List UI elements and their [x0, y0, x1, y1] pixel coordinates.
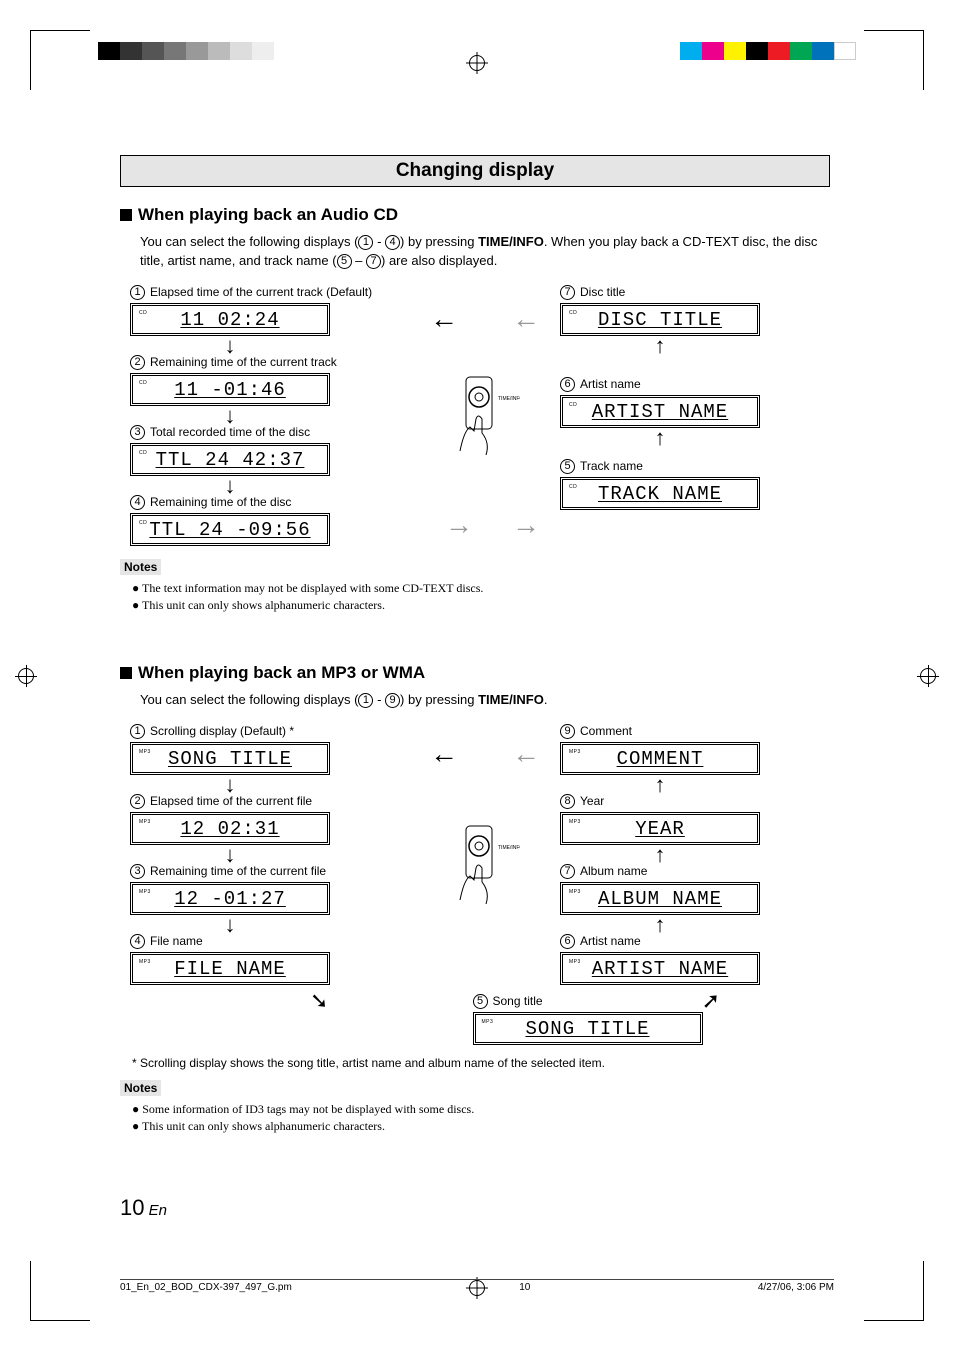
arrow-down-icon: ↓ [130, 339, 330, 353]
arrow-down-icon: ↓ [130, 848, 330, 862]
label: Track name [580, 459, 643, 473]
page-content: Changing display When playing back an Au… [120, 155, 830, 1148]
display-box: MP3SONG TITLE [130, 742, 330, 775]
diagram-mp3: 1Scrolling display (Default) * MP3SONG T… [130, 722, 830, 1048]
registration-mark-icon [466, 52, 488, 74]
label: Elapsed time of the current file [150, 794, 312, 808]
arrow-left-icon: ← [430, 738, 458, 770]
display-box: CDTTL 24 -09:56 [130, 513, 330, 546]
arrow-down-icon: ↓ [130, 479, 330, 493]
crop-mark [30, 30, 90, 90]
note-item: Some information of ID3 tags may not be … [132, 1102, 830, 1117]
display-box: MP3 12 02:31 [130, 812, 330, 845]
registration-mark-icon [15, 665, 37, 687]
square-bullet-icon [120, 667, 132, 679]
arrow-down-icon: ↓ [130, 778, 330, 792]
footer-slug: 01_En_02_BOD_CDX-397_497_G.pm 10 4/27/06… [120, 1279, 834, 1293]
label: Remaining time of the disc [150, 495, 291, 509]
remote-label: TIME/INFO [498, 396, 520, 402]
label: Scrolling display (Default) * [150, 724, 294, 738]
arrow-right-icon: → [512, 509, 540, 541]
note-item: This unit can only shows alphanumeric ch… [132, 598, 830, 613]
notes-list: The text information may not be displaye… [132, 581, 830, 613]
note-item: The text information may not be displaye… [132, 581, 830, 596]
display-box: MP3SONG TITLE [473, 1012, 703, 1045]
square-bullet-icon [120, 209, 132, 221]
arrow-left-icon: ← [512, 303, 540, 335]
arrow-up-icon: ↑ [560, 848, 760, 862]
intro-audio-cd: You can select the following displays (1… [140, 233, 830, 271]
arrow-down-icon: ↓ [130, 409, 330, 423]
heading-mp3: When playing back an MP3 or WMA [120, 663, 830, 683]
notes-list: Some information of ID3 tags may not be … [132, 1102, 830, 1134]
display-box: MP3ARTIST NAME [560, 952, 760, 985]
display-box: MP3ALBUM NAME [560, 882, 760, 915]
crop-mark [30, 1261, 90, 1321]
section-title: Changing display [120, 155, 830, 187]
notes-label: Notes [120, 559, 161, 575]
arrow-up-icon: ↑ [560, 778, 760, 792]
arrow-up-right-icon: ➚ [702, 988, 720, 1014]
note-item: This unit can only shows alphanumeric ch… [132, 1119, 830, 1134]
arrow-left-icon: ← [430, 303, 458, 335]
remote-illustration: TIME/INFO [440, 373, 520, 466]
display-box: MP3YEAR [560, 812, 760, 845]
arrow-down-right-icon: ➘ [310, 988, 328, 1014]
display-box: CDARTIST NAME [560, 395, 760, 428]
label: Remaining time of the current track [150, 355, 337, 369]
display-box: MP3 12 -01:27 [130, 882, 330, 915]
crop-mark [864, 30, 924, 90]
color-bar [98, 42, 274, 60]
arrow-up-icon: ↑ [560, 339, 760, 353]
diagram-audio-cd: 1Elapsed time of the current track (Defa… [130, 283, 830, 549]
remote-label: TIME/INFO [498, 845, 520, 851]
display-box: CD 11 -01:46 [130, 373, 330, 406]
display-box: CD 11 02:24 [130, 303, 330, 336]
label: File name [150, 934, 203, 948]
registration-mark-icon [917, 665, 939, 687]
label: Artist name [580, 377, 641, 391]
crop-mark [864, 1261, 924, 1321]
footnote: * Scrolling display shows the song title… [132, 1056, 830, 1070]
label: Artist name [580, 934, 641, 948]
label: Remaining time of the current file [150, 864, 326, 878]
label: Total recorded time of the disc [150, 425, 310, 439]
label: Song title [493, 994, 543, 1008]
notes-label: Notes [120, 1080, 161, 1096]
arrow-left-icon: ← [512, 738, 540, 770]
heading-audio-cd: When playing back an Audio CD [120, 205, 830, 225]
display-box: CDTTL 24 42:37 [130, 443, 330, 476]
intro-mp3: You can select the following displays (1… [140, 691, 830, 710]
display-box: CDTRACK NAME [560, 477, 760, 510]
display-box: MP3COMMENT [560, 742, 760, 775]
heading-text: When playing back an MP3 or WMA [138, 663, 425, 682]
arrow-down-icon: ↓ [130, 918, 330, 932]
label: Comment [580, 724, 632, 738]
color-bar [680, 42, 856, 60]
arrow-up-icon: ↑ [560, 431, 760, 445]
heading-text: When playing back an Audio CD [138, 205, 398, 224]
page-number: 10 En [120, 1195, 167, 1221]
remote-illustration: TIME/INFO [440, 822, 520, 915]
arrow-up-icon: ↑ [560, 918, 760, 932]
arrow-right-icon: → [445, 509, 473, 541]
label: Album name [580, 864, 647, 878]
label: Disc title [580, 285, 625, 299]
label: Elapsed time of the current track (Defau… [150, 285, 372, 299]
display-box: MP3FILE NAME [130, 952, 330, 985]
display-box: CDDISC TITLE [560, 303, 760, 336]
label: Year [580, 794, 604, 808]
